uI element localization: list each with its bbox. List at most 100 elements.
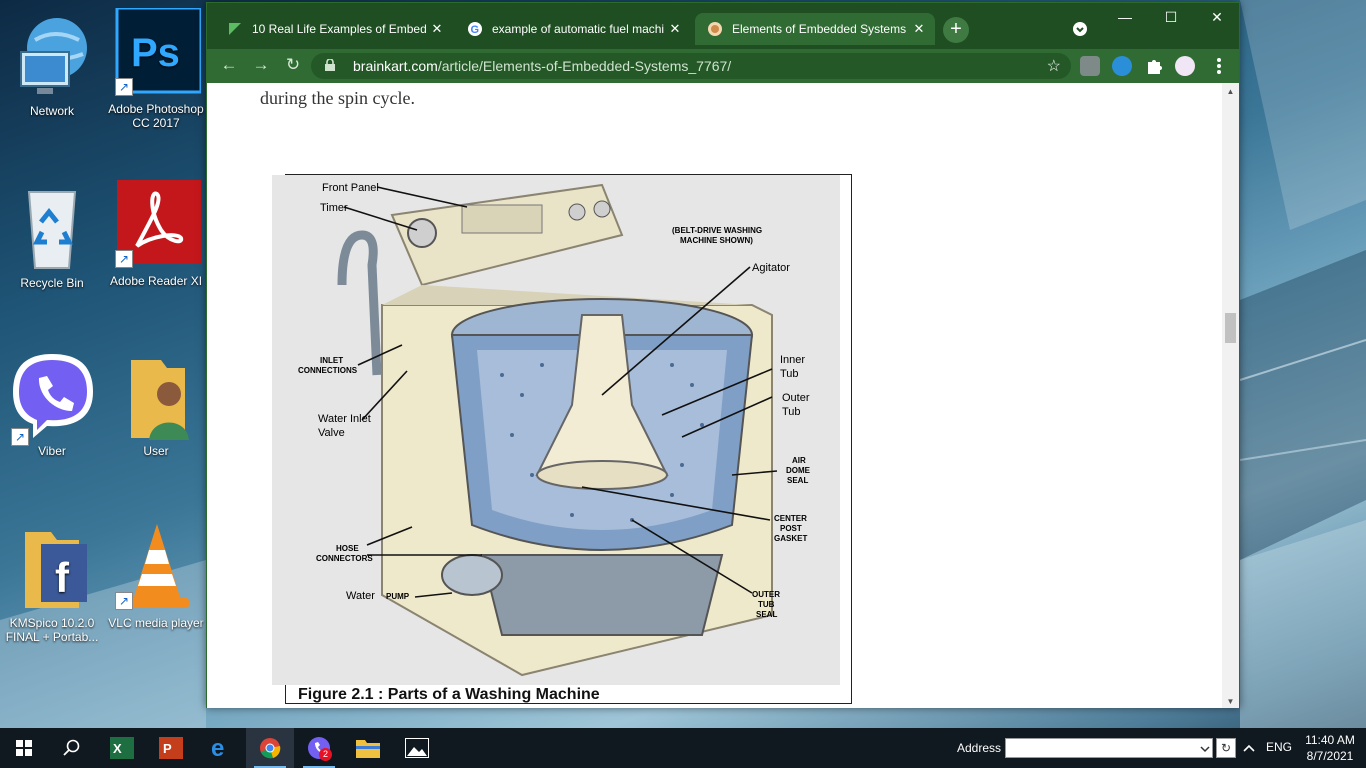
scroll-up-arrow-icon[interactable]: ▲ [1222,87,1239,96]
desktop-icon-label: KMSpico 10.2.0 FINAL + Portab... [5,616,99,644]
taskbar-viber[interactable]: 2 [295,728,343,768]
tab-automatic-fuel[interactable]: G example of automatic fuel machi ✕ [455,13,691,45]
taskbar-chrome[interactable] [246,728,294,768]
label-hose-2: CONNECTORS [316,554,373,563]
desktop-icon-label: VLC media player [108,616,204,630]
new-tab-button[interactable]: + [943,17,969,43]
folder-icon [356,740,380,758]
label-hose-1: HOSE [336,544,359,553]
label-inlet-2: CONNECTIONS [298,366,358,375]
svg-text:e: e [211,737,224,759]
svg-text:X: X [113,741,122,756]
language-indicator[interactable]: ENG [1266,740,1292,754]
excel-icon: X [110,737,134,759]
address-toolbar-input[interactable] [1005,738,1213,758]
address-go-button[interactable]: ↻ [1216,738,1236,758]
scroll-down-arrow-icon[interactable]: ▼ [1222,697,1239,706]
network-icon [7,10,97,100]
taskbar-photos[interactable] [393,728,441,768]
google-favicon-icon: G [468,22,482,36]
label-water-pump-2: PUMP [386,592,410,601]
tab-title: Elements of Embedded Systems [732,22,907,36]
desktop-icon-user[interactable]: User [106,350,206,458]
show-hidden-icons-chevron-icon[interactable] [1243,743,1255,753]
taskbar-edge[interactable]: e [197,728,245,768]
shortcut-arrow-icon: ↗ [11,428,29,446]
svg-text:G: G [471,24,480,36]
adobe-reader-icon: ↗ [111,180,201,270]
desktop-icon-network[interactable]: Network [2,10,102,118]
desktop-icon-photoshop[interactable]: Ps ↗ Adobe Photoshop CC 2017 [106,6,206,130]
reload-button[interactable]: ↻ [281,55,305,75]
desktop-icon-adobe-reader[interactable]: ↗ Adobe Reader XI [106,180,206,288]
label-center-post-1: CENTER [774,514,807,523]
lock-icon [325,57,339,74]
menu-kebab-icon[interactable] [1209,56,1229,76]
svg-text:P: P [163,741,172,756]
page-scrollbar[interactable]: ▲ ▼ [1222,83,1239,708]
back-button[interactable]: ← [217,55,241,75]
desktop-icon-label: Network [29,104,74,118]
taskbar-excel[interactable]: X [98,728,146,768]
label-center-post-2: POST [780,524,802,533]
label-inlet-1: INLET [320,356,343,365]
bookmark-star-icon[interactable]: ☆ [1047,56,1061,76]
label-outer-tub-1: Outer [782,392,810,404]
forward-button[interactable]: → [249,55,273,75]
label-air-dome-1: AIR [792,456,806,465]
tab-title: 10 Real Life Examples of Embedd [252,22,427,36]
url-path: /article/Elements-of-Embedded-Systems_77… [437,58,732,74]
address-bar[interactable]: brainkart.com /article/Elements-of-Embed… [311,53,1071,79]
address-toolbar-label: Address [957,741,1002,755]
start-button[interactable] [0,728,48,768]
search-button[interactable] [48,728,96,768]
label-outer-tub-seal-2: TUB [758,600,775,609]
desktop-icon-viber[interactable]: ↗ Viber [2,350,102,458]
tab-search-icon[interactable] [1073,22,1087,36]
brainkart-favicon-icon [708,22,722,36]
desktop-icon-recycle-bin[interactable]: Recycle Bin [2,182,102,290]
close-icon[interactable]: ✕ [909,21,929,37]
powerpoint-icon: P [159,737,183,759]
label-water-pump-1: Water [346,590,375,602]
tab-title: example of automatic fuel machi [492,22,665,36]
desktop-icon-label: User [143,444,169,458]
clock-time: 11:40 AM [1305,733,1355,747]
green-flag-favicon-icon [229,23,241,35]
system-clock[interactable]: 11:40 AM 8/7/2021 [1300,732,1360,764]
taskbar-file-explorer[interactable] [344,728,392,768]
extension-image-icon[interactable] [1080,56,1100,76]
maximize-button[interactable]: ☐ [1151,9,1191,26]
minimize-button[interactable]: — [1105,9,1145,25]
tab-elements-embedded[interactable]: Elements of Embedded Systems ✕ [695,13,935,45]
extensions-puzzle-icon[interactable] [1144,56,1164,76]
close-icon[interactable]: ✕ [665,21,685,37]
tab-real-life-examples[interactable]: 10 Real Life Examples of Embedd ✕ [215,13,453,45]
label-belt-drive-1: (BELT-DRIVE WASHING [672,226,762,235]
figure: Front Panel Timer (BELT-DRIVE WASHING MA… [272,174,852,704]
address-dropdown-chevron-icon[interactable] [1200,745,1210,753]
shortcut-arrow-icon: ↗ [115,250,133,268]
browser-window: 10 Real Life Examples of Embedd ✕ G exam… [206,2,1240,708]
close-window-button[interactable]: ✕ [1197,9,1237,26]
viber-notification-badge: 2 [319,748,332,761]
desktop-icon-label: Adobe Reader XI [109,274,203,288]
close-icon[interactable]: ✕ [427,21,447,37]
profile-avatar[interactable] [1175,56,1195,76]
extension-feather-icon[interactable] [1112,56,1132,76]
label-air-dome-3: SEAL [787,476,808,485]
scrollbar-thumb[interactable] [1225,313,1236,343]
windows-logo-icon [16,740,32,756]
photoshop-icon: Ps ↗ [111,6,203,98]
label-water-inlet-2: Valve [318,427,345,439]
desktop-icon-label: Viber [38,444,66,458]
figure-caption: Figure 2.1 : Parts of a Washing Machine [298,686,600,703]
label-air-dome-2: DOME [786,466,811,475]
photos-icon [405,738,429,758]
paragraph-text: during the spin cycle. [260,88,415,108]
desktop-icon-vlc[interactable]: ↗ VLC media player [106,522,206,630]
desktop-icon-kmspico[interactable]: f KMSpico 10.2.0 FINAL + Portab... [2,522,102,644]
facebook-folder-icon: f [7,522,97,612]
label-water-inlet-1: Water Inlet [318,413,371,425]
taskbar-powerpoint[interactable]: P [147,728,195,768]
